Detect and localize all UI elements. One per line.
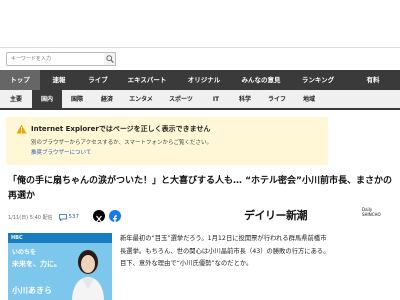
photo-tag: HBC xyxy=(11,235,23,241)
category-domestic[interactable]: 国内 xyxy=(32,90,62,108)
search-input[interactable] xyxy=(6,52,106,66)
publish-date: 1/11(日) 5:40 配信 xyxy=(8,214,53,221)
category-local[interactable]: 地域 xyxy=(294,90,324,108)
primary-nav: トップ 速報 ライブ エキスパート オリジナル みんなの意見 ランキング 有料 xyxy=(0,70,400,90)
category-entertainment[interactable]: エンタメ xyxy=(122,90,160,108)
source-logo-subtitle: Daily SHINCHO xyxy=(362,207,381,217)
article-meta: 1/11(日) 5:40 配信 537 xyxy=(8,211,79,223)
tab-top[interactable]: トップ xyxy=(0,70,40,90)
category-economy[interactable]: 経済 xyxy=(92,90,122,108)
recommended-browser-link[interactable]: 推奨ブラウザーについて xyxy=(31,148,91,156)
search-button[interactable] xyxy=(104,52,116,66)
tab-opinions[interactable]: みんなの意見 xyxy=(232,70,290,90)
warning-body: 別のブラウザーからアクセスするか、スマートフォンからご覧ください。 xyxy=(31,140,212,146)
photo-caption-bar: HBC xyxy=(8,233,112,243)
tab-expert[interactable]: エキスパート xyxy=(118,70,176,90)
page: トップ 速報 ライブ エキスパート オリジナル みんなの意見 ランキング 有料 … xyxy=(0,0,400,300)
category-sports[interactable]: スポーツ xyxy=(160,90,202,108)
tab-ranking[interactable]: ランキング xyxy=(290,70,346,90)
share-facebook-button[interactable] xyxy=(109,210,121,223)
search-icon xyxy=(106,55,114,63)
poster-name: 小川あきら xyxy=(12,286,52,295)
share-x-button[interactable] xyxy=(93,210,105,223)
facebook-icon xyxy=(113,215,117,223)
category-nav: 主要 国内 国際 経済 エンタメ スポーツ IT 科学 ライフ 地域 xyxy=(0,90,400,110)
comment-count: 537 xyxy=(68,214,80,220)
tab-original[interactable]: オリジナル xyxy=(176,70,232,90)
warning-icon xyxy=(16,124,27,134)
tab-breaking[interactable]: 速報 xyxy=(40,70,78,90)
poster-line2: 未来を、力に。 xyxy=(12,260,61,268)
poster-line1: いのちを xyxy=(12,249,37,256)
category-main[interactable]: 主要 xyxy=(0,90,32,108)
tab-live[interactable]: ライブ xyxy=(78,70,118,90)
category-science[interactable]: 科学 xyxy=(230,90,260,108)
browser-warning: Internet Explorerではページを正しく表示できません 別のブラウザ… xyxy=(6,117,328,165)
category-it[interactable]: IT xyxy=(202,90,230,108)
article-body: 新年最初の“目玉”選挙だろう。1月12日に投開票が行われる群馬県前橋市長選挙。も… xyxy=(120,235,330,268)
article-headline: 「俺の手に扇ちゃんの涙がついた！」と大喜びする人も… “ホテル密会”小川前市長、… xyxy=(8,176,392,201)
x-logo-icon xyxy=(96,215,102,223)
article-photo[interactable]: HBC いのちを 未来を、力に。 小川あきら xyxy=(8,233,112,300)
category-life[interactable]: ライフ xyxy=(260,90,294,108)
header xyxy=(0,0,400,48)
person-image xyxy=(72,250,104,300)
comment-icon xyxy=(58,213,67,221)
warning-title: Internet Explorerではページを正しく表示できません xyxy=(31,125,211,133)
source-logo[interactable]: デイリー新潮 xyxy=(244,207,308,223)
category-international[interactable]: 国際 xyxy=(62,90,92,108)
tab-paid[interactable]: 有料 xyxy=(346,70,400,90)
comment-link[interactable]: 537 xyxy=(58,213,80,221)
